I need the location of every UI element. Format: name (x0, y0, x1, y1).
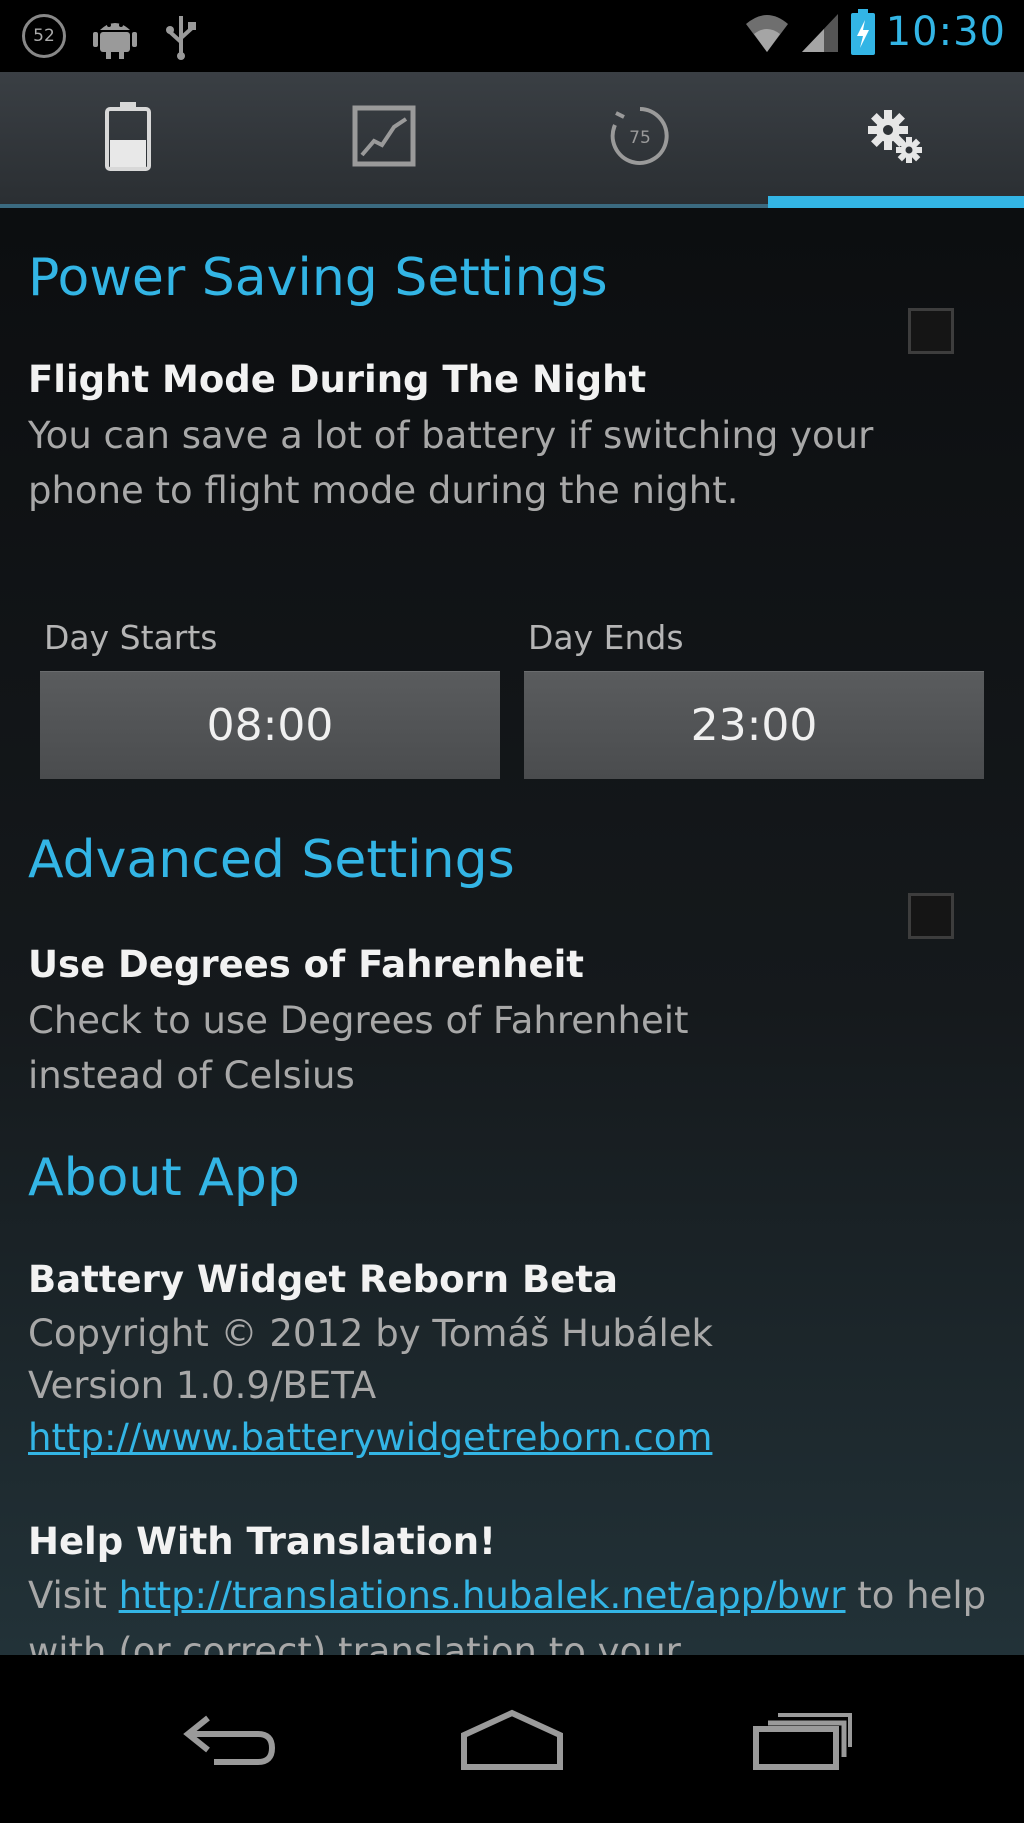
back-button[interactable] (170, 1695, 290, 1785)
home-button[interactable] (452, 1695, 572, 1785)
signal-icon (801, 14, 838, 52)
notification-count: 52 (33, 26, 55, 46)
help-translation-text: Visit http://translations.hubalek.net/ap… (28, 1568, 1008, 1655)
copyright-text: Copyright © 2012 by Tomáš Hubálek (28, 1312, 713, 1355)
flight-mode-summary: You can save a lot of battery if switchi… (28, 414, 874, 512)
tab-battery[interactable] (0, 72, 256, 200)
translation-link[interactable]: http://translations.hubalek.net/app/bwr (119, 1574, 846, 1617)
day-ends-button[interactable]: 23:00 (524, 671, 984, 779)
day-starts-label: Day Starts (44, 618, 218, 657)
usb-icon (166, 16, 196, 60)
tab-bar: 75 (0, 72, 1024, 208)
recent-apps-button[interactable] (742, 1695, 862, 1785)
gauge-value: 75 (629, 128, 651, 148)
status-clock: 10:30 (885, 9, 1006, 55)
notification-count-icon: 52 (22, 14, 66, 58)
help-prefix: Visit (28, 1574, 119, 1617)
section-title-advanced: Advanced Settings (28, 830, 515, 890)
version-text: Version 1.0.9/BETA (28, 1364, 377, 1407)
battery-icon (105, 102, 151, 171)
graph-icon (352, 105, 416, 167)
gauge-icon: 75 (610, 107, 669, 165)
tab-settings[interactable] (768, 72, 1024, 200)
website-link-row: http://www.batterywidgetreborn.com (28, 1412, 888, 1464)
flight-mode-checkbox[interactable] (908, 308, 954, 354)
section-title-about: About App (28, 1148, 300, 1208)
day-ends-label: Day Ends (528, 618, 684, 657)
gear-icon (868, 110, 922, 163)
app-name: Battery Widget Reborn Beta (28, 1258, 618, 1301)
recent-apps-icon (753, 1713, 852, 1770)
tab-graph[interactable] (256, 72, 512, 200)
home-icon (461, 1709, 563, 1770)
day-starts-button[interactable]: 08:00 (40, 671, 500, 779)
fahrenheit-summary: Check to use Degrees of Fahrenheit inste… (28, 999, 689, 1097)
android-debug-icon (93, 23, 137, 59)
website-link[interactable]: http://www.batterywidgetreborn.com (28, 1416, 712, 1459)
fahrenheit-title[interactable]: Use Degrees of Fahrenheit (28, 943, 584, 986)
help-translation-title: Help With Translation! (28, 1520, 496, 1563)
tab-gauge[interactable]: 75 (512, 72, 768, 200)
flight-mode-title[interactable]: Flight Mode During The Night (28, 358, 646, 401)
status-bar: 52 10:30 (0, 0, 1024, 72)
battery-charging-icon (850, 9, 875, 55)
tab-selected-indicator (768, 196, 1024, 208)
fahrenheit-checkbox[interactable] (908, 893, 954, 939)
section-title-power-saving: Power Saving Settings (28, 248, 608, 308)
navigation-bar (0, 1655, 1024, 1823)
wifi-icon (745, 15, 788, 52)
settings-content[interactable]: Power Saving Settings Flight Mode During… (0, 208, 1024, 1655)
back-icon (183, 1715, 276, 1765)
